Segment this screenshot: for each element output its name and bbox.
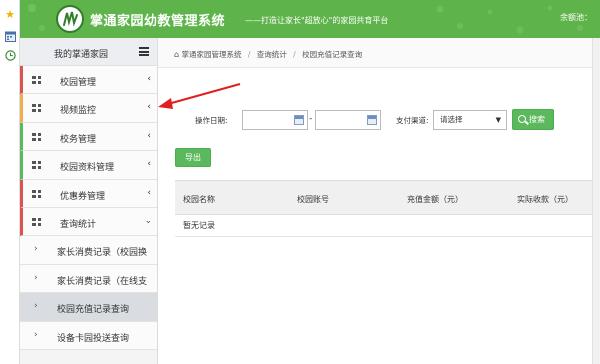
- column-header: 充值金额（元）: [407, 195, 463, 204]
- calendar-icon[interactable]: [4, 30, 16, 42]
- chevron-left-icon: ‹: [147, 159, 151, 170]
- empty-state-text: 暂无记录: [183, 221, 215, 230]
- calendar-icon[interactable]: [367, 115, 377, 125]
- sidebar-item-label: 查询统计: [60, 219, 97, 230]
- payment-channel-select[interactable]: 请选择 ▼: [433, 110, 507, 130]
- search-button-label: 搜索: [529, 115, 545, 124]
- chevron-left-icon: ‹: [147, 187, 151, 198]
- star-icon[interactable]: ★: [4, 9, 16, 21]
- chevron-right-icon: ›: [34, 301, 38, 312]
- export-button[interactable]: 导出: [175, 148, 211, 167]
- sidebar-subitem-label: 家长消费记录（在线支: [57, 276, 148, 287]
- grid-icon: [32, 189, 41, 198]
- sidebar-item-query-statistics[interactable]: 查询统计 ‹: [20, 207, 157, 237]
- grid-icon: [32, 104, 41, 113]
- date-range-dash: -: [309, 114, 313, 124]
- table-row: 暂无记录: [175, 215, 600, 237]
- chevron-left-icon: ‹: [147, 74, 151, 84]
- sidebar-subitem-label: 设备卡园投送查询: [57, 333, 130, 344]
- vertical-scrollbar[interactable]: [592, 38, 600, 364]
- grid-icon: [32, 161, 41, 170]
- chevron-right-icon: ›: [34, 244, 38, 255]
- sidebar-item-label: 校园管理: [60, 78, 97, 88]
- sidebar-subitem-label: 校园充值记录查询: [57, 305, 130, 316]
- hamburger-menu-icon[interactable]: [139, 47, 149, 56]
- grid-icon: [32, 76, 41, 84]
- column-header: 校园名称: [183, 195, 215, 204]
- breadcrumb-separator: /: [293, 50, 296, 59]
- app-logo: [56, 5, 84, 33]
- sidebar-header: 我的掌通家园: [20, 38, 157, 66]
- chevron-right-icon: ›: [34, 329, 38, 340]
- sidebar-subitem-parent-consumption-campus[interactable]: › 家长消费记录（校园换: [20, 236, 157, 265]
- sidebar-item-label: 视频监控: [60, 106, 97, 117]
- account-balance-label: 余额池：: [560, 13, 592, 22]
- date-to-input[interactable]: [315, 110, 381, 130]
- search-icon: [518, 115, 526, 123]
- table-header: 校园名称 校园账号 充值金额（元） 实际收款（元）: [175, 181, 600, 215]
- payment-channel-value: 请选择: [440, 115, 463, 124]
- sidebar-item-coupons[interactable]: 优惠券管理 ‹: [20, 179, 157, 208]
- left-icon-strip: ★: [0, 0, 20, 364]
- recharge-records-table: 校园名称 校园账号 充值金额（元） 实际收款（元） 暂无记录: [175, 180, 600, 237]
- app-title: 掌通家园幼教管理系统: [90, 14, 226, 29]
- sidebar-item-label: 校园资料管理: [60, 163, 115, 174]
- sidebar-subitem-device-delivery[interactable]: › 设备卡园投送查询: [20, 321, 157, 350]
- sidebar-item-campus-materials[interactable]: 校园资料管理 ‹: [20, 151, 157, 180]
- calendar-icon[interactable]: [294, 115, 304, 125]
- sidebar-item-label: 优惠券管理: [60, 191, 106, 202]
- home-icon: ⌂: [174, 50, 180, 59]
- sidebar-subitem-label: 家长消费记录（校园换: [57, 248, 148, 259]
- chevron-left-icon: ‹: [147, 102, 151, 113]
- search-button[interactable]: 搜索: [512, 109, 554, 130]
- sidebar: 我的掌通家园 校园管理 ‹ 视频监控 ‹ 校务管理 ‹ 校园资料管理 ‹ 优惠券…: [20, 38, 158, 364]
- sidebar-subitem-campus-recharge[interactable]: › 校园充值记录查询: [20, 293, 157, 322]
- column-header: 实际收款（元）: [517, 195, 573, 204]
- breadcrumb-bar: ⌂ 掌通家园管理系统 / 查询统计 / 校园充值记录查询: [158, 38, 600, 68]
- sidebar-item-school-affairs[interactable]: 校务管理 ‹: [20, 122, 157, 152]
- breadcrumb-item[interactable]: 查询统计: [257, 50, 287, 59]
- sidebar-title: 我的掌通家园: [54, 50, 109, 60]
- breadcrumb-item: 校园充值记录查询: [302, 50, 363, 59]
- sidebar-item-campus-management[interactable]: 校园管理 ‹: [20, 66, 157, 95]
- grid-icon: [32, 217, 41, 226]
- app-slogan: ——打造让家长"超放心"的家园共育平台: [245, 16, 389, 25]
- sidebar-item-video-monitoring[interactable]: 视频监控 ‹: [20, 94, 157, 123]
- chevron-down-icon: ‹: [144, 220, 155, 224]
- main-content: ⌂ 掌通家园管理系统 / 查询统计 / 校园充值记录查询 操作日期: - 支付渠…: [158, 38, 600, 364]
- clock-icon[interactable]: [4, 49, 16, 61]
- chevron-right-icon: ›: [34, 272, 38, 283]
- app-header: 掌通家园幼教管理系统 ——打造让家长"超放心"的家园共育平台 余额池：: [20, 0, 600, 38]
- column-header: 校园账号: [297, 195, 329, 204]
- breadcrumb-item[interactable]: 掌通家园管理系统: [181, 50, 241, 59]
- filter-row: 操作日期: - 支付渠道: 请选择 ▼ 搜索: [158, 108, 600, 132]
- breadcrumb: ⌂ 掌通家园管理系统 / 查询统计 / 校园充值记录查询: [174, 49, 362, 60]
- date-label: 操作日期:: [195, 116, 228, 125]
- chevron-left-icon: ‹: [147, 130, 151, 141]
- grid-icon: [32, 132, 41, 141]
- sidebar-item-label: 校务管理: [60, 134, 97, 145]
- date-from-input[interactable]: [242, 110, 308, 130]
- channel-label: 支付渠道:: [396, 116, 429, 125]
- sidebar-subitem-parent-consumption-online[interactable]: › 家长消费记录（在线支: [20, 264, 157, 294]
- caret-down-icon: ▼: [495, 116, 501, 124]
- breadcrumb-separator: /: [247, 50, 251, 59]
